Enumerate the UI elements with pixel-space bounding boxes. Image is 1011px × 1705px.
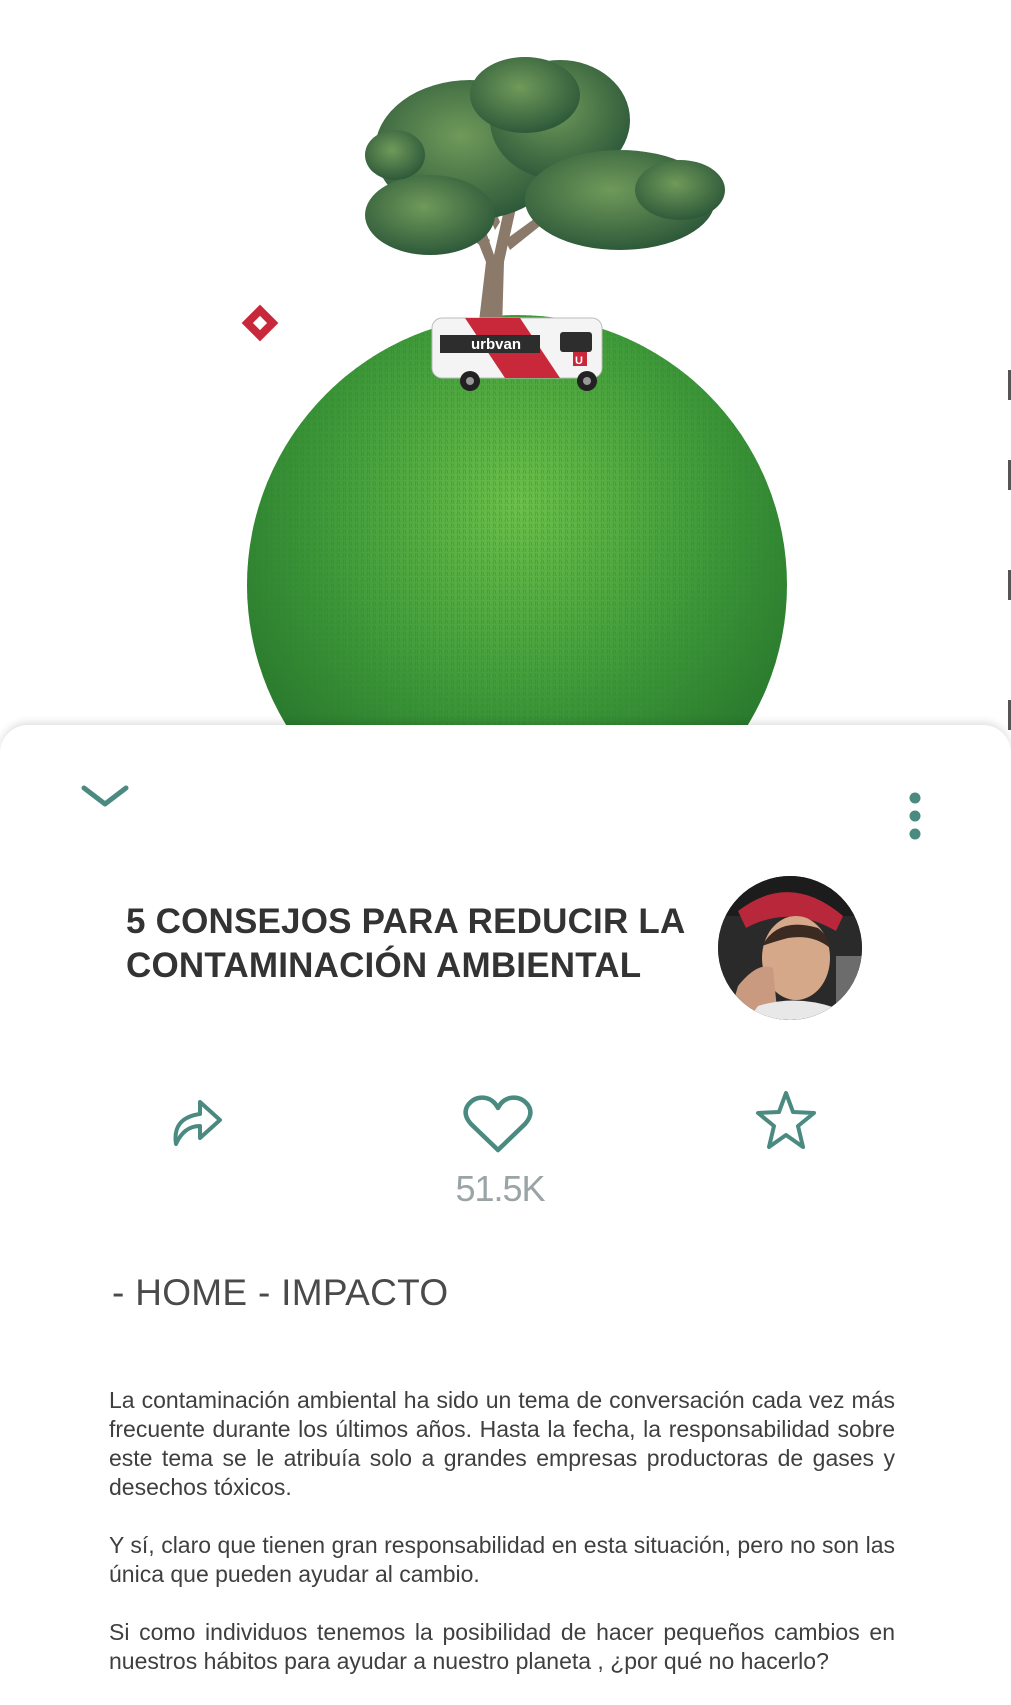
hero-illustration: urbvan U [241, 57, 787, 730]
breadcrumb[interactable]: - HOME - IMPACTO [112, 1272, 448, 1314]
paragraph: La contaminación ambiental ha sido un te… [109, 1387, 895, 1500]
heart-icon[interactable] [462, 1094, 534, 1156]
hero-image: urbvan U [0, 0, 1011, 740]
diamond-logo-icon [241, 304, 279, 342]
paragraph: Si como individuos tenemos la posibilida… [109, 1619, 895, 1674]
like-count: 51.5K [455, 1168, 545, 1209]
paragraph: Y sí, claro que tienen gran responsabili… [109, 1532, 895, 1587]
chevron-down-icon[interactable] [80, 782, 130, 812]
article-title: 5 CONSEJOS PARA REDUCIR LA CONTAMINACIÓN… [126, 902, 685, 985]
share-icon[interactable] [166, 1094, 226, 1150]
author-avatar[interactable] [718, 876, 862, 1020]
van-brand-text: urbvan [471, 336, 521, 353]
more-vertical-icon[interactable] [902, 792, 928, 840]
article-body: La contaminación ambiental ha sido un te… [109, 1386, 895, 1705]
van-badge-text: U [575, 355, 583, 367]
tree-canopy [365, 57, 725, 255]
star-icon[interactable] [754, 1089, 818, 1153]
